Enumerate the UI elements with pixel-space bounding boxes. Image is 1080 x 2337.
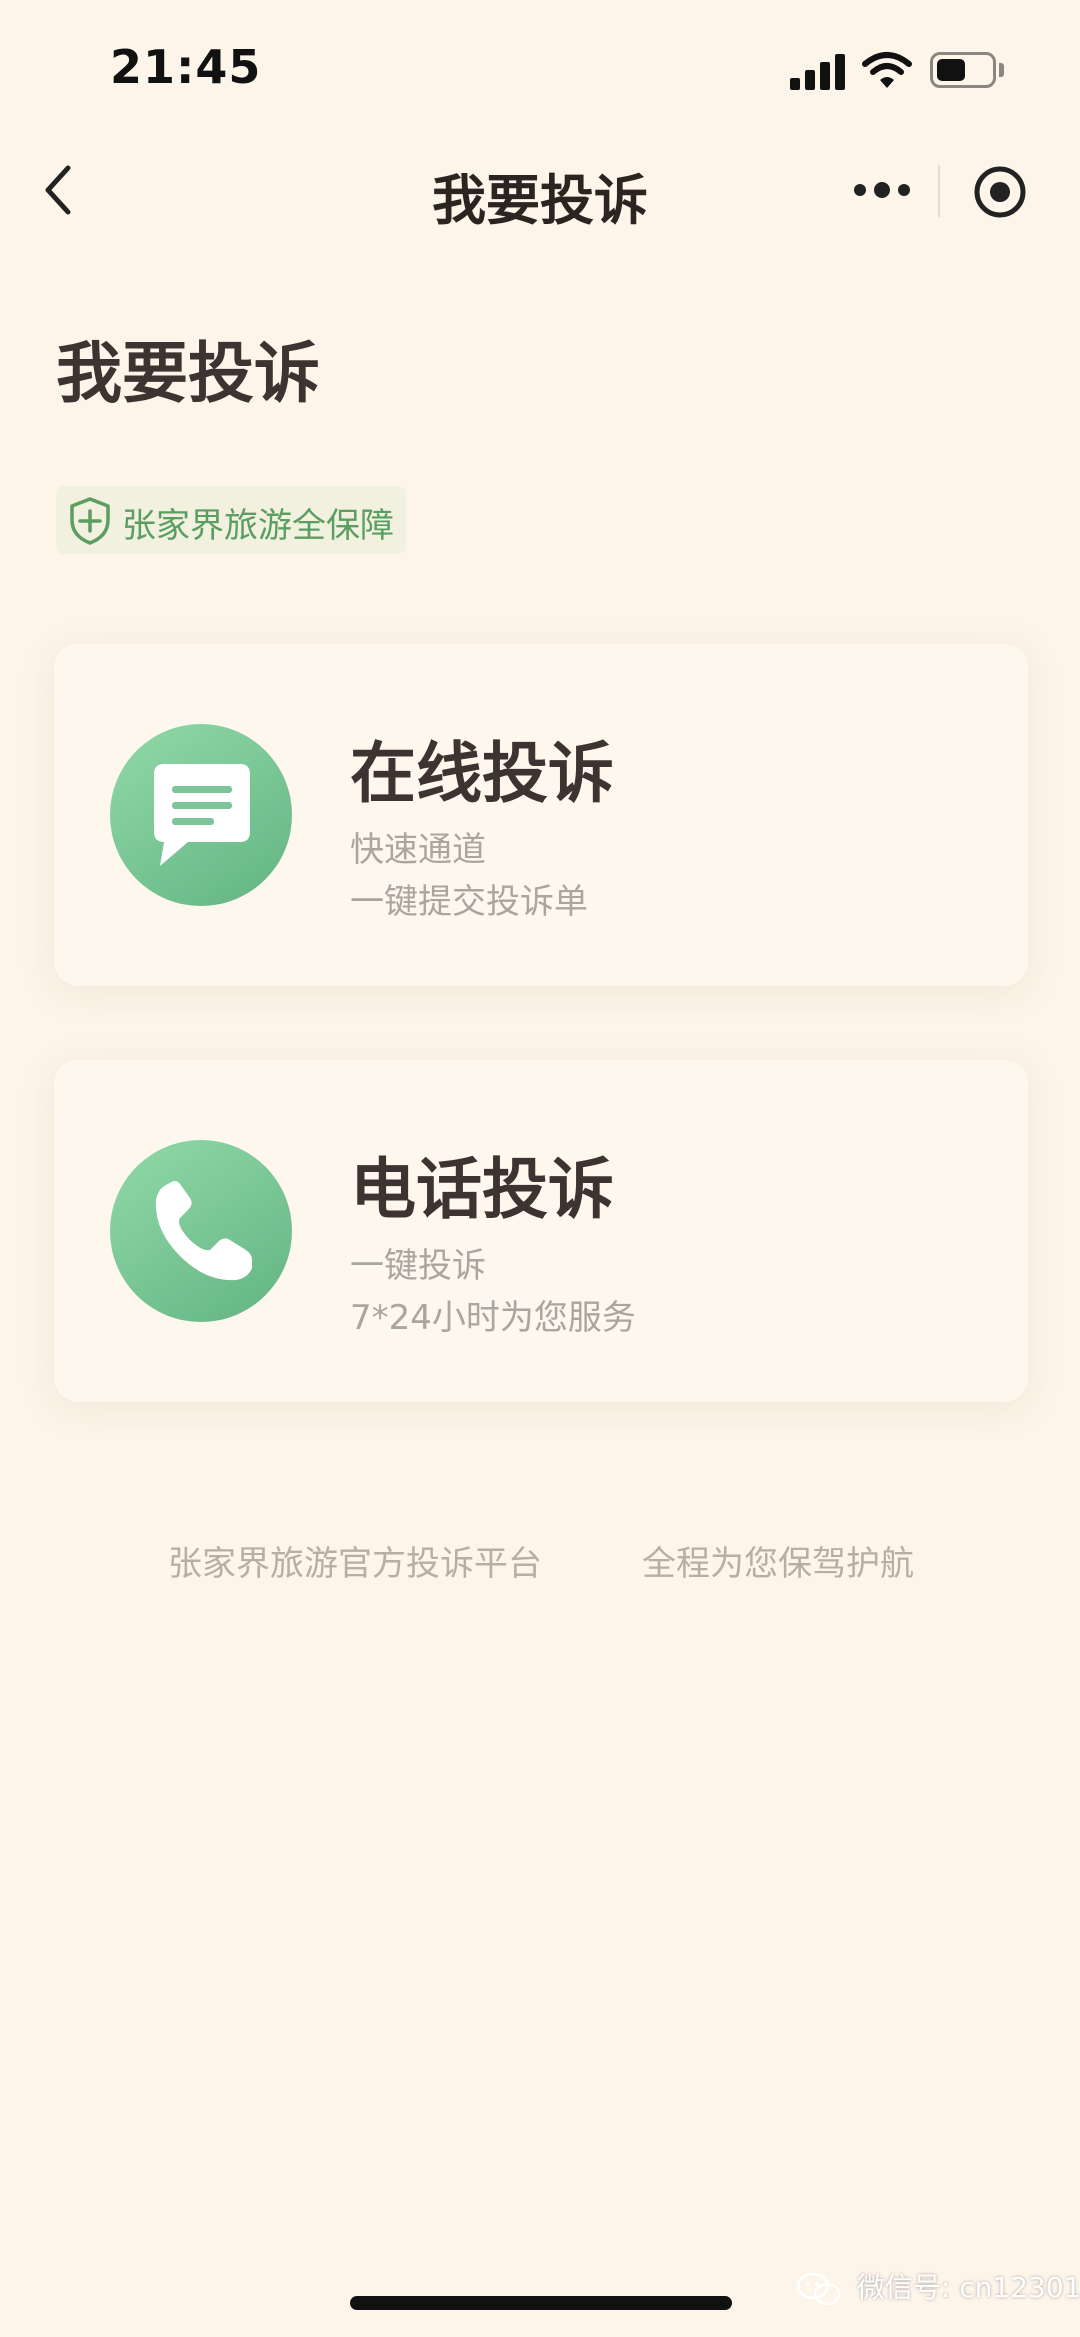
battery-cap: [999, 63, 1004, 77]
online-complaint-card[interactable]: 在线投诉 快速通道 一键提交投诉单: [54, 644, 1028, 986]
more-dots-icon[interactable]: [852, 170, 912, 210]
target-icon[interactable]: [972, 164, 1028, 220]
guarantee-badge: 张家界旅游全保障: [56, 486, 406, 554]
battery-icon: [930, 52, 996, 88]
phone-icon: [110, 1140, 292, 1322]
signal-icon: [790, 54, 846, 90]
online-complaint-title: 在线投诉: [350, 735, 614, 812]
page-heading: 我要投诉: [56, 335, 320, 412]
online-complaint-line2: 一键提交投诉单: [350, 882, 588, 922]
home-indicator: [350, 2296, 732, 2310]
nav-divider: [938, 165, 940, 217]
footer-slogan-text: 全程为您保驾护航: [642, 1544, 914, 1584]
wifi-icon: [862, 52, 912, 88]
status-time: 21:45: [110, 40, 262, 94]
shield-plus-icon: [70, 497, 110, 545]
wechat-watermark: 微信号: cn12301: [796, 2266, 1080, 2310]
chat-bubble-icon: [110, 724, 292, 906]
online-complaint-line1: 快速通道: [350, 830, 486, 870]
badge-text: 张家界旅游全保障: [122, 506, 394, 546]
battery-level: [937, 59, 965, 81]
phone-complaint-line2: 7*24小时为您服务: [350, 1298, 636, 1338]
phone-complaint-title: 电话投诉: [350, 1151, 614, 1228]
footer-platform-text: 张家界旅游官方投诉平台: [168, 1544, 542, 1584]
phone-complaint-card[interactable]: 电话投诉 一键投诉 7*24小时为您服务: [54, 1060, 1028, 1402]
phone-complaint-line1: 一键投诉: [350, 1246, 486, 1286]
nav-title: 我要投诉: [432, 169, 648, 232]
wechat-icon: [796, 2272, 841, 2306]
watermark-text: 微信号: cn12301: [856, 2271, 1080, 2304]
